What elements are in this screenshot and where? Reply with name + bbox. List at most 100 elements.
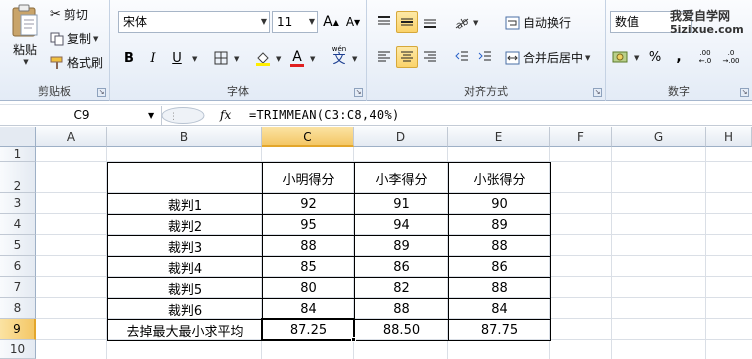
row-header-10[interactable]: 10 <box>0 340 36 359</box>
column-header-g[interactable]: G <box>612 127 706 147</box>
header-cell-xiaoli[interactable]: 小李得分 <box>354 162 449 194</box>
row-header-4[interactable]: 4 <box>0 214 36 235</box>
format-painter-button[interactable]: 格式刷 <box>50 54 103 71</box>
underline-button[interactable]: U <box>166 47 188 69</box>
merge-center-button[interactable]: 合并后居中 ▼ <box>505 49 590 66</box>
judge-label-cell[interactable]: 裁判2 <box>107 214 263 236</box>
increase-decimal-button[interactable]: .00 ←.0 <box>694 46 716 68</box>
column-header-f[interactable]: F <box>550 127 612 147</box>
underline-dropdown-icon[interactable]: ▼ <box>192 55 197 63</box>
borders-dropdown-icon[interactable]: ▼ <box>234 55 239 63</box>
score-cell[interactable]: 89 <box>448 214 551 236</box>
judge-label-cell[interactable]: 裁判3 <box>107 235 263 257</box>
decrease-indent-button[interactable] <box>451 46 473 68</box>
result-cell-d9[interactable]: 88.50 <box>354 319 449 341</box>
cut-button[interactable]: ✂ 剪切 <box>50 6 88 23</box>
orientation-button[interactable]: ab <box>451 11 473 33</box>
accounting-dropdown-icon[interactable]: ▼ <box>634 54 639 62</box>
column-header-c[interactable]: C <box>262 127 354 147</box>
row-header-6[interactable]: 6 <box>0 256 36 277</box>
row-header-5[interactable]: 5 <box>0 235 36 256</box>
score-cell[interactable]: 94 <box>354 214 449 236</box>
paste-dropdown-icon[interactable]: ▼ <box>23 58 28 66</box>
paste-button[interactable]: 粘贴 ▼ <box>8 4 42 74</box>
score-cell[interactable]: 82 <box>354 277 449 299</box>
middle-align-button[interactable] <box>396 11 418 33</box>
judge-label-cell[interactable]: 裁判4 <box>107 256 263 278</box>
align-right-button[interactable] <box>419 46 441 68</box>
column-header-b[interactable]: B <box>107 127 262 147</box>
percent-button[interactable]: % <box>644 46 666 68</box>
orientation-dropdown-icon[interactable]: ▼ <box>473 19 478 27</box>
font-launcher-icon[interactable]: ↘ <box>354 88 363 97</box>
score-cell[interactable]: 85 <box>262 256 355 278</box>
shrink-font-button[interactable]: A ▼ <box>342 11 364 33</box>
fill-handle[interactable] <box>351 337 356 342</box>
judge-label-cell[interactable]: 裁判1 <box>107 193 263 215</box>
row-header-2[interactable]: 2 <box>0 162 36 193</box>
column-header-d[interactable]: D <box>354 127 448 147</box>
accounting-format-button[interactable] <box>610 46 632 68</box>
formula-input[interactable]: =TRIMMEAN(C3:C8,40%) <box>249 106 400 125</box>
clipboard-launcher-icon[interactable]: ↘ <box>97 88 106 97</box>
column-header-a[interactable]: A <box>36 127 107 147</box>
merge-center-dropdown-icon[interactable]: ▼ <box>585 54 590 62</box>
score-cell[interactable]: 90 <box>448 193 551 215</box>
alignment-launcher-icon[interactable]: ↘ <box>593 88 602 97</box>
bottom-align-button[interactable] <box>419 11 441 33</box>
number-launcher-icon[interactable]: ↘ <box>740 88 749 97</box>
header-cell-xiaoming[interactable]: 小明得分 <box>262 162 355 194</box>
score-cell[interactable]: 88 <box>262 235 355 257</box>
judge-label-cell[interactable]: 裁判6 <box>107 298 263 320</box>
score-cell[interactable]: 86 <box>448 256 551 278</box>
decrease-decimal-button[interactable]: .0 →.00 <box>720 46 742 68</box>
insert-function-button[interactable]: fx <box>220 106 231 125</box>
header-cell-xiaozhang[interactable]: 小张得分 <box>448 162 551 194</box>
header-cell-empty[interactable] <box>107 162 263 194</box>
judge-label-cell[interactable]: 裁判5 <box>107 277 263 299</box>
column-header-e[interactable]: E <box>448 127 550 147</box>
font-color-button[interactable]: A <box>286 47 308 69</box>
row-header-1[interactable]: 1 <box>0 147 36 162</box>
result-cell-c9[interactable]: 87.25 <box>262 319 355 341</box>
font-size-select[interactable]: 11 ▼ <box>272 11 318 33</box>
fill-color-dropdown-icon[interactable]: ▼ <box>276 55 281 63</box>
score-cell[interactable]: 91 <box>354 193 449 215</box>
phonetic-button[interactable]: wén 文 <box>328 45 350 67</box>
font-name-select[interactable]: 宋体 ▼ <box>118 11 270 33</box>
row-header-3[interactable]: 3 <box>0 193 36 214</box>
comma-button[interactable]: , <box>668 46 690 68</box>
grow-font-button[interactable]: A ▲ <box>320 11 342 33</box>
select-all-corner[interactable] <box>0 127 36 147</box>
align-left-button[interactable] <box>373 46 395 68</box>
copy-button[interactable]: 复制 ▼ <box>50 30 98 47</box>
font-color-dropdown-icon[interactable]: ▼ <box>310 55 315 63</box>
align-center-button[interactable] <box>396 46 418 68</box>
score-cell[interactable]: 88 <box>448 277 551 299</box>
row-header-9[interactable]: 9 <box>0 319 36 340</box>
score-cell[interactable]: 86 <box>354 256 449 278</box>
increase-indent-button[interactable] <box>474 46 496 68</box>
score-cell[interactable]: 89 <box>354 235 449 257</box>
score-cell[interactable]: 88 <box>448 235 551 257</box>
phonetic-dropdown-icon[interactable]: ▼ <box>352 55 357 63</box>
score-cell[interactable]: 95 <box>262 214 355 236</box>
italic-button[interactable]: I <box>142 47 164 69</box>
name-box[interactable]: C9 <box>2 106 162 125</box>
score-cell[interactable]: 88 <box>354 298 449 320</box>
column-header-h[interactable]: H <box>706 127 752 147</box>
row-header-7[interactable]: 7 <box>0 277 36 298</box>
score-cell[interactable]: 92 <box>262 193 355 215</box>
row-header-8[interactable]: 8 <box>0 298 36 319</box>
score-cell[interactable]: 84 <box>262 298 355 320</box>
score-cell[interactable]: 80 <box>262 277 355 299</box>
result-label-cell[interactable]: 去掉最大最小求平均 <box>107 319 263 341</box>
name-box-dropdown-icon[interactable]: ▼ <box>148 111 154 120</box>
bold-button[interactable]: B <box>118 47 140 69</box>
score-cell[interactable]: 84 <box>448 298 551 320</box>
copy-dropdown-icon[interactable]: ▼ <box>93 35 98 43</box>
borders-button[interactable] <box>210 47 232 69</box>
result-cell-e9[interactable]: 87.75 <box>448 319 551 341</box>
formula-splitter-icon[interactable]: ⋮ <box>161 106 205 125</box>
wrap-text-button[interactable]: 自动换行 <box>505 14 571 31</box>
